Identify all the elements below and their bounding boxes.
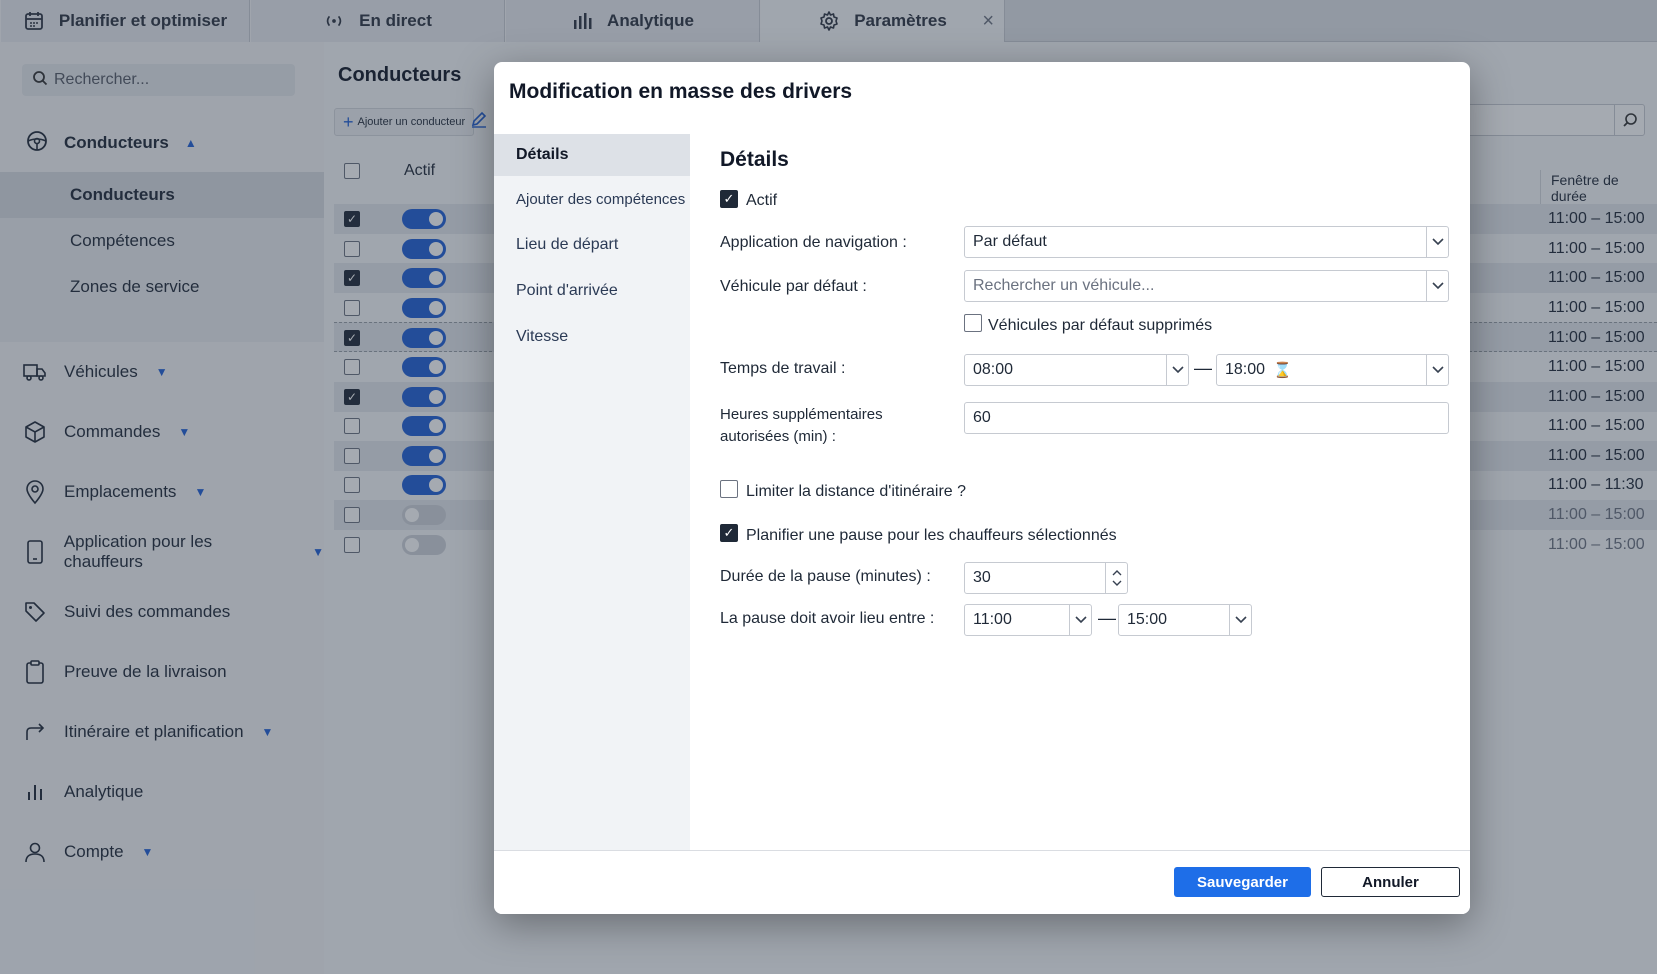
modal-nav-point-arrivee[interactable]: Point d'arrivée xyxy=(494,268,690,314)
bulk-edit-modal: Modification en masse des drivers Détail… xyxy=(494,62,1470,914)
vehicle-select[interactable]: Rechercher un véhicule... xyxy=(964,270,1449,302)
actif-checkbox[interactable]: ✓ xyxy=(720,190,738,208)
cancel-button[interactable]: Annuler xyxy=(1321,867,1460,897)
limit-distance-checkbox[interactable] xyxy=(720,480,738,498)
work-end-select[interactable]: 18:00 ⌛ xyxy=(1216,354,1449,386)
overtime-label: Heures supplémentaires autorisées (min) … xyxy=(720,404,883,448)
nav-app-select[interactable]: Par défaut xyxy=(964,226,1449,258)
limit-distance-label: Limiter la distance d'itinéraire ? xyxy=(746,483,967,500)
section-title: Détails xyxy=(720,148,789,171)
plan-break-label: Planifier une pause pour les chauffeurs … xyxy=(746,527,1117,544)
modal-body: Détails ✓ Actif Application de navigatio… xyxy=(690,134,1470,850)
nav-app-label: Application de navigation : xyxy=(720,234,907,251)
break-between-label: La pause doit avoir lieu entre : xyxy=(720,610,935,627)
break-end-value: 15:00 xyxy=(1127,611,1168,628)
actif-label: Actif xyxy=(746,192,778,209)
modal-nav-details[interactable]: Détails xyxy=(494,134,690,176)
work-start-select[interactable]: 08:00 xyxy=(964,354,1189,386)
stepper-arrows-icon[interactable] xyxy=(1105,563,1127,593)
range-separator: — xyxy=(1098,608,1116,628)
nav-app-value: Par défaut xyxy=(973,233,1047,250)
save-button[interactable]: Sauvegarder xyxy=(1174,867,1311,897)
break-duration-value: 30 xyxy=(973,569,991,586)
work-time-label: Temps de travail : xyxy=(720,360,846,377)
chevron-down-icon xyxy=(1426,227,1448,257)
modal-nav-vitesse[interactable]: Vitesse xyxy=(494,314,690,360)
modal-title: Modification en masse des drivers xyxy=(509,80,853,103)
work-end-value: 18:00 xyxy=(1225,361,1266,378)
chevron-down-icon xyxy=(1426,355,1448,385)
break-start-value: 11:00 xyxy=(973,611,1012,628)
vehicle-placeholder: Rechercher un véhicule... xyxy=(973,277,1155,294)
break-end-select[interactable]: 15:00 xyxy=(1118,604,1252,636)
overtime-label-line2: autorisées (min) : xyxy=(720,428,836,445)
hourglass-icon: ⌛ xyxy=(1273,362,1292,379)
modal-nav-competences[interactable]: Ajouter des compétences xyxy=(494,176,690,222)
chevron-down-icon xyxy=(1166,355,1188,385)
range-separator: — xyxy=(1194,358,1212,378)
vehicle-deleted-label: Véhicules par défaut supprimés xyxy=(988,317,1213,334)
break-start-select[interactable]: 11:00 xyxy=(964,604,1092,636)
chevron-down-icon xyxy=(1426,271,1448,301)
chevron-down-icon xyxy=(1229,605,1251,635)
break-duration-label: Durée de la pause (minutes) : xyxy=(720,568,931,585)
vehicle-label: Véhicule par défaut : xyxy=(720,278,867,295)
modal-nav-lieu-depart[interactable]: Lieu de départ xyxy=(494,222,690,268)
overtime-input[interactable]: 60 xyxy=(964,402,1449,434)
plan-break-checkbox[interactable]: ✓ xyxy=(720,524,738,542)
vehicle-deleted-checkbox[interactable] xyxy=(964,314,982,332)
overtime-label-line1: Heures supplémentaires xyxy=(720,406,883,423)
overtime-value: 60 xyxy=(973,409,991,426)
break-duration-input[interactable]: 30 xyxy=(964,562,1128,594)
chevron-down-icon xyxy=(1069,605,1091,635)
modal-footer: Sauvegarder Annuler xyxy=(494,850,1470,914)
modal-nav: Détails Ajouter des compétences Lieu de … xyxy=(494,134,690,850)
work-start-value: 08:00 xyxy=(973,361,1014,378)
